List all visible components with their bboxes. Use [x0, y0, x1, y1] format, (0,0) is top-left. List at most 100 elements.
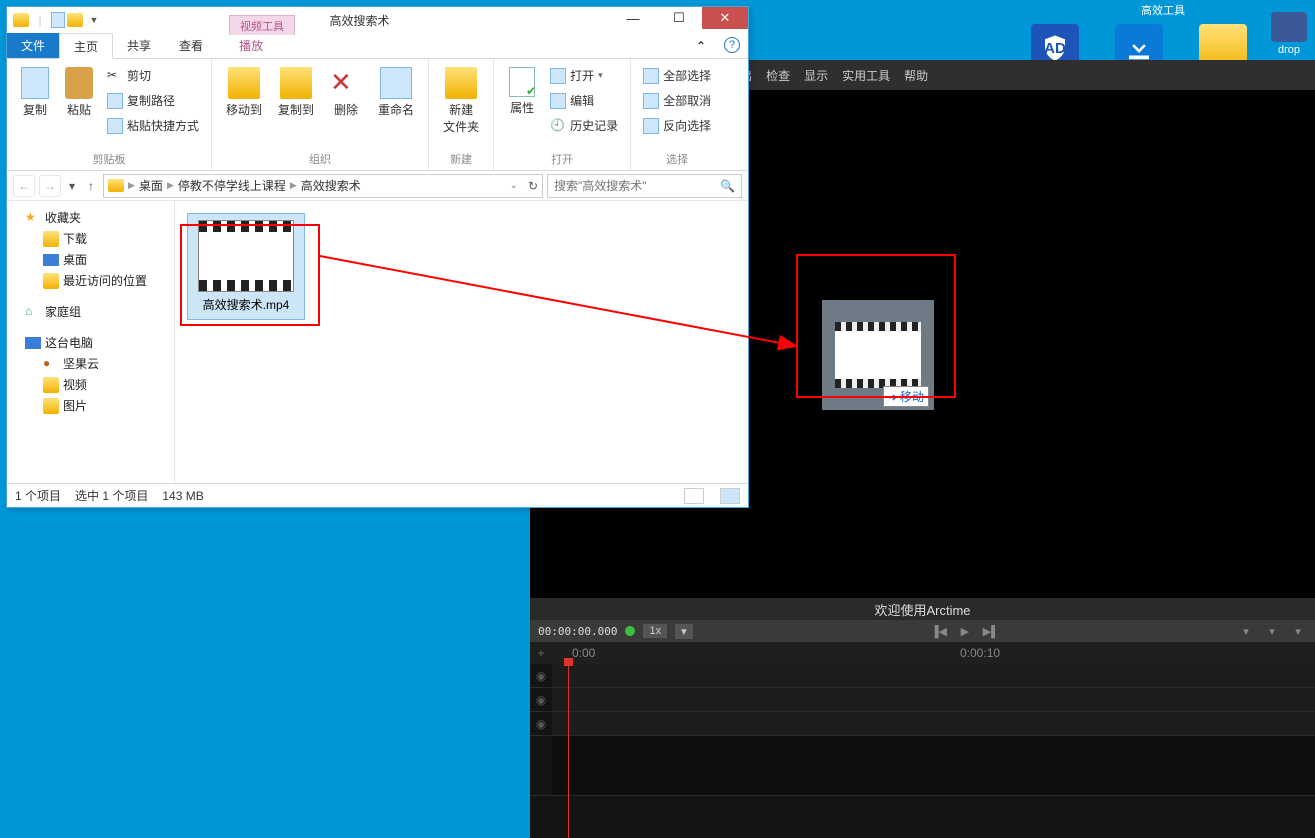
tab-view[interactable]: 查看 [165, 33, 217, 58]
ribbon-tabs: 文件 主页 共享 查看 播放 ⌃ ? [7, 33, 748, 59]
forward-button[interactable]: → [39, 175, 61, 197]
tree-thispc[interactable]: 这台电脑 [7, 332, 174, 353]
refresh-button[interactable]: ↻ [528, 179, 538, 193]
add-track-button[interactable]: + [530, 646, 552, 660]
contextual-tab-video-tools[interactable]: 视频工具 [229, 15, 295, 35]
up-button[interactable]: ↑ [83, 175, 99, 197]
search-input[interactable] [554, 179, 720, 193]
time-label: 0:00 [572, 646, 595, 660]
close-button[interactable]: ✕ [702, 7, 748, 29]
playhead[interactable] [568, 664, 569, 838]
menu-item[interactable]: 帮助 [904, 67, 928, 84]
menu-item[interactable]: 显示 [804, 67, 828, 84]
new-folder-button[interactable]: 新建 文件夹 [437, 63, 485, 150]
track-row[interactable] [530, 736, 1315, 796]
arctime-transport-bar: 00:00:00.000 1x ▾ ▐◀ ▶ ▶▌ ▾ ▾ ▾ [530, 620, 1315, 642]
copypath-icon [107, 93, 123, 109]
speed-dropdown[interactable]: ▾ [675, 624, 693, 639]
help-icon[interactable]: ? [724, 37, 740, 53]
tree-pictures[interactable]: 图片 [7, 395, 174, 416]
menu-item[interactable]: 检查 [766, 67, 790, 84]
copy-path-button[interactable]: 复制路径 [103, 90, 203, 111]
tab-home[interactable]: 主页 [59, 33, 113, 59]
cut-button[interactable]: ✂剪切 [103, 65, 203, 86]
drag-drop-target[interactable]: ➜ 移动 [822, 300, 934, 410]
new-folder-icon[interactable] [67, 13, 83, 27]
menu-item[interactable]: 实用工具 [842, 67, 890, 84]
marker-button[interactable]: ▾ [1237, 624, 1255, 638]
homegroup-icon: ⌂ [25, 304, 41, 320]
play-button[interactable]: ▶ [956, 624, 974, 638]
rename-button[interactable]: 重命名 [372, 63, 420, 150]
eye-icon[interactable]: ◉ [530, 712, 552, 735]
search-box[interactable]: 🔍 [547, 174, 742, 198]
tree-jianguo[interactable]: ●坚果云 [7, 353, 174, 374]
scissors-icon: ✂ [107, 68, 123, 84]
track-row[interactable]: ◉ [530, 664, 1315, 688]
track-row[interactable]: ◉ [530, 688, 1315, 712]
tree-downloads[interactable]: 下载 [7, 228, 174, 249]
qat-dropdown[interactable]: ▼ [85, 11, 103, 29]
paste-button[interactable]: 粘贴 [59, 63, 99, 150]
folder-icon [43, 398, 59, 414]
properties-button[interactable]: ✔属性 [502, 63, 542, 150]
search-icon[interactable]: 🔍 [720, 179, 735, 193]
back-button[interactable]: ← [13, 175, 35, 197]
file-tile-selected[interactable]: 高效搜索术.mp4 [187, 213, 305, 320]
recent-locations-button[interactable]: ▾ [65, 175, 79, 197]
playback-speed[interactable]: 1x [643, 624, 667, 638]
tab-file[interactable]: 文件 [7, 33, 59, 58]
prev-button[interactable]: ▐◀ [930, 624, 948, 638]
marker-button[interactable]: ▾ [1263, 624, 1281, 638]
maximize-button[interactable]: ☐ [656, 7, 702, 29]
eye-icon[interactable]: ◉ [530, 688, 552, 711]
moveto-button[interactable]: 移动到 [220, 63, 268, 150]
minimize-button[interactable]: — [610, 7, 656, 29]
tree-homegroup[interactable]: ⌂家庭组 [7, 301, 174, 322]
desktop-group-label: 高效工具 [1011, 2, 1315, 18]
eye-icon[interactable]: ◉ [530, 664, 552, 687]
edit-icon [550, 93, 566, 109]
status-selected: 选中 1 个项目 [75, 487, 148, 504]
address-dropdown[interactable]: ⌄ [510, 180, 518, 191]
tree-favorites[interactable]: ★收藏夹 [7, 207, 174, 228]
view-details-button[interactable] [684, 488, 704, 504]
next-button[interactable]: ▶▌ [982, 624, 1000, 638]
paste-shortcut-button[interactable]: 粘贴快捷方式 [103, 115, 203, 136]
select-all-button[interactable]: 全部选择 [639, 65, 715, 86]
status-size: 143 MB [162, 489, 203, 503]
copyto-button[interactable]: 复制到 [272, 63, 320, 150]
select-none-button[interactable]: 全部取消 [639, 90, 715, 111]
ribbon-collapse-button[interactable]: ⌃ [692, 33, 710, 58]
timeline-ruler[interactable]: + 0:00 0:00:10 [530, 642, 1315, 664]
svg-text:AD: AD [1044, 40, 1066, 57]
edit-button[interactable]: 编辑 [546, 90, 622, 111]
status-led-icon [625, 626, 635, 636]
view-large-icons-button[interactable] [720, 488, 740, 504]
delete-button[interactable]: ✕删除 [324, 63, 368, 150]
marker-button[interactable]: ▾ [1289, 624, 1307, 638]
file-explorer-window: | ▼ 高效搜索术 — ☐ ✕ 视频工具 文件 主页 共享 查看 播放 ⌃ ? … [6, 6, 749, 508]
history-button[interactable]: 🕘历史记录 [546, 115, 622, 136]
tree-recent[interactable]: 最近访问的位置 [7, 270, 174, 291]
tab-play[interactable]: 播放 [225, 33, 277, 58]
address-bar[interactable]: ▶ 桌面 ▶ 停教不停学线上课程 ▶ 高效搜索术 ⌄ ↻ [103, 174, 543, 198]
breadcrumb[interactable]: 桌面 [139, 177, 163, 194]
tab-share[interactable]: 共享 [113, 33, 165, 58]
track-row[interactable]: ◉ [530, 712, 1315, 736]
paste-icon [65, 67, 93, 99]
open-button[interactable]: 打开 ▾ [546, 65, 622, 86]
tree-desktop[interactable]: 桌面 [7, 249, 174, 270]
breadcrumb[interactable]: 高效搜索术 [301, 177, 361, 194]
copy-button[interactable]: 复制 [15, 63, 55, 150]
breadcrumb[interactable]: 停教不停学线上课程 [178, 177, 286, 194]
history-icon: 🕘 [550, 118, 566, 134]
file-list-area[interactable]: 高效搜索术.mp4 [175, 201, 748, 483]
ribbon-group-organize: 移动到 复制到 ✕删除 重命名 组织 [212, 59, 429, 170]
properties-icon[interactable] [51, 12, 65, 28]
navigation-pane[interactable]: ★收藏夹 下载 桌面 最近访问的位置 ⌂家庭组 这台电脑 ●坚果云 视频 图片 [7, 201, 175, 483]
timeline-tracks[interactable]: ◉ ◉ ◉ [530, 664, 1315, 838]
tree-videos[interactable]: 视频 [7, 374, 174, 395]
invert-selection-button[interactable]: 反向选择 [639, 115, 715, 136]
window-titlebar[interactable]: | ▼ 高效搜索术 — ☐ ✕ [7, 7, 748, 33]
